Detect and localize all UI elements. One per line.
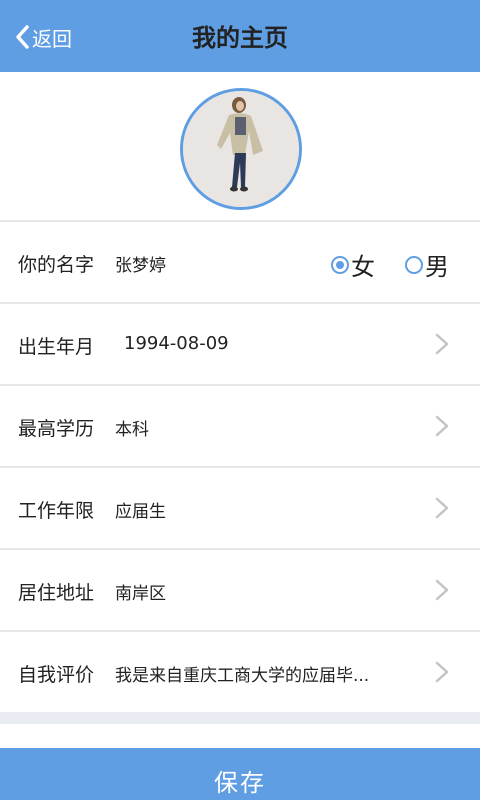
gender-male-label: 男 [425,253,449,281]
birth-value: 1994-08-09 [124,333,229,354]
name-row: 你的名字 张梦婷 女 男 [0,222,480,304]
gender-male-option[interactable]: 男 [405,247,449,282]
education-row[interactable]: 最高学历 本科 [0,386,480,468]
education-label: 最高学历 [18,418,95,440]
self-eval-value: 我是来自重庆工商大学的应届毕... [115,666,370,686]
name-value[interactable]: 张梦婷 [115,251,166,276]
top-nav-bar: 返回 我的主页 [0,0,480,72]
education-value: 本科 [115,420,149,440]
work-years-row[interactable]: 工作年限 应届生 [0,468,480,550]
section-divider [0,712,480,724]
save-button[interactable]: 保存 [0,748,480,800]
profile-form: 你的名字 张梦婷 女 男 出生年月 1994-08-09 最高学历 本科 工作年… [0,220,480,714]
page-title: 我的主页 [192,24,288,52]
birth-label: 出生年月 [18,336,95,358]
chevron-right-icon[interactable] [434,578,450,602]
self-eval-row[interactable]: 自我评价 我是来自重庆工商大学的应届毕... [0,632,480,714]
avatar-section [0,72,480,220]
gender-female-label: 女 [351,253,375,281]
work-years-value: 应届生 [115,502,166,522]
avatar[interactable] [180,88,302,210]
chevron-right-icon[interactable] [434,660,450,684]
address-label: 居住地址 [18,582,95,604]
name-label: 你的名字 [18,254,95,276]
chevron-right-icon[interactable] [434,332,450,356]
chevron-right-icon[interactable] [434,414,450,438]
address-row[interactable]: 居住地址 南岸区 [0,550,480,632]
chevron-right-icon[interactable] [434,496,450,520]
self-eval-label: 自我评价 [18,664,95,686]
gender-female-option[interactable]: 女 [331,247,375,282]
birth-row[interactable]: 出生年月 1994-08-09 [0,304,480,386]
work-years-label: 工作年限 [18,500,95,522]
address-value: 南岸区 [115,584,166,604]
radio-unchecked-icon[interactable] [405,255,423,274]
profile-photo [183,91,299,207]
radio-checked-icon[interactable] [331,255,349,274]
